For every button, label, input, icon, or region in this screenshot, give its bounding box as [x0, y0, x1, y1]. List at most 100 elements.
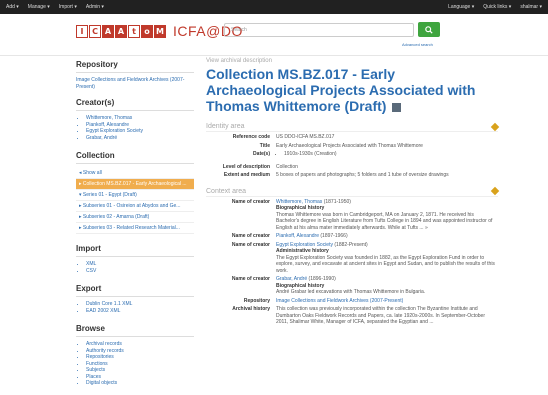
field-label: Level of description [222, 163, 270, 170]
creator-dates: (1871-1950) [323, 198, 351, 205]
field-label: Archival history [232, 306, 270, 312]
creator-link[interactable]: Piankoff, Alexandre [276, 233, 319, 239]
date-item: 1910s-1930s (Creation) [284, 151, 498, 158]
field-label: Repository [243, 297, 270, 304]
field-value: US DDO-ICFA MS.BZ.017 [276, 134, 335, 140]
field-value: Early Archaeological Projects Associated… [276, 142, 423, 149]
logo-letter: t [128, 24, 140, 38]
site-header: I C A A t o M ICFA@DO Search Advanced se… [0, 14, 548, 56]
creator-dates: (1882-Present) [334, 241, 368, 248]
field-row: Reference code US DDO-ICFA MS.BZ.017 [206, 134, 498, 141]
top-navigation-bar: Add ▾ Manage ▾ Import ▾ Admin ▾ Language… [0, 0, 548, 14]
field-row: Repository Image Collections and Fieldwo… [206, 298, 498, 305]
tree-item-collection[interactable]: ▸ Collection MS.BZ.017 - Early Archaeolo… [76, 179, 194, 190]
admin-menu[interactable]: Admin ▾ [86, 4, 104, 10]
field-value: Whittemore, Thomas (1871-1950) Biographi… [276, 199, 498, 232]
advanced-search-link[interactable]: Advanced search [402, 42, 433, 47]
bio-text: André Grabar led excavations with Thomas… [276, 289, 426, 295]
field-row: Level of description Collection [206, 164, 498, 171]
field-value: 5 boxes of papers and photographs; 5 fol… [276, 172, 449, 178]
logo-letter: A [102, 24, 114, 38]
book-icon [392, 102, 402, 112]
tree-item-subseries-01[interactable]: ▸ Subseries 01 - Osireion at Abydos and … [76, 201, 194, 212]
field-row: Date(s) 1910s-1930s (Creation) [206, 151, 498, 158]
context-area-header[interactable]: Context area [206, 186, 500, 197]
field-row: Archival history This collection was pre… [206, 306, 498, 326]
add-menu[interactable]: Add ▾ [6, 4, 19, 10]
creator-link[interactable]: Grabar, André [276, 276, 307, 282]
export-list: Dublin Core 1.1 XML EAD 2002 XML [76, 301, 194, 314]
logo-letter: C [89, 24, 101, 38]
admin-history-text: The Egypt Exploration Society was founde… [276, 254, 495, 274]
logo-letter: M [154, 24, 166, 38]
search-icon [425, 25, 433, 34]
field-value: Egypt Exploration Society (1882-Present)… [276, 242, 498, 275]
browse-list: Archival records Authority records Repos… [76, 341, 194, 387]
repository-value-link[interactable]: Image Collections and Fieldwork Archives… [276, 298, 498, 305]
field-label: Name of creator [231, 241, 270, 248]
browse-heading: Browse [76, 322, 194, 337]
top-menu-right: Language ▾ Quick links ▾ shalmar ▾ [448, 4, 542, 10]
identity-area-header[interactable]: Identity area [206, 122, 500, 132]
repository-link[interactable]: Image Collections and Fieldwork Archives… [76, 77, 194, 90]
field-row: Title Early Archaeological Projects Assoc… [206, 143, 498, 150]
creator-link[interactable]: Whittemore, Thomas [276, 199, 322, 205]
export-heading: Export [76, 282, 194, 297]
creators-list: Whittemore, Thomas Piankoff, Alexandre E… [76, 115, 194, 141]
creator-row: Name of creator Piankoff, Alexandre (189… [206, 233, 498, 240]
field-label: Date(s) [253, 151, 270, 157]
logo-letter: o [141, 24, 153, 38]
page-title: Collection MS.BZ.017 - Early Archaeologi… [206, 66, 498, 114]
field-label: Name of creator [231, 233, 270, 239]
language-menu[interactable]: Language ▾ [448, 4, 474, 10]
logo-letter: A [115, 24, 127, 38]
admin-history-heading: Administrative history [276, 248, 329, 254]
import-menu[interactable]: Import ▾ [59, 4, 77, 10]
page-title-text: Collection MS.BZ.017 - Early Archaeologi… [206, 66, 476, 114]
bio-heading: Biographical history [276, 205, 325, 211]
browse-link[interactable]: Digital objects [86, 380, 194, 387]
identity-area-title: Identity area [206, 123, 245, 130]
import-list: XML CSV [76, 261, 194, 274]
tree-item-subseries-02[interactable]: ▸ Subseries 02 - Amarna (Draft) [76, 212, 194, 223]
user-menu[interactable]: shalmar ▾ [520, 4, 542, 10]
import-heading: Import [76, 242, 194, 257]
tree-item-series[interactable]: ▾ Series 01 - Egypt (Draft) [76, 190, 194, 201]
creator-link[interactable]: Egypt Exploration Society [276, 242, 333, 248]
manage-menu[interactable]: Manage ▾ [28, 4, 50, 10]
search-input[interactable]: Search [224, 23, 414, 37]
tree-item-subseries-03[interactable]: ▸ Subseries 03 - Related Research Materi… [76, 223, 194, 234]
field-label: Reference code [232, 134, 270, 140]
tree-show-all[interactable]: ◂ Show all [76, 168, 194, 179]
top-menu-left: Add ▾ Manage ▾ Import ▾ Admin ▾ [6, 4, 104, 10]
field-value: Grabar, André (1896-1990) Biographical h… [276, 276, 498, 296]
search-button[interactable] [418, 22, 440, 37]
field-value: Collection [276, 163, 298, 170]
breadcrumb: View archival description [206, 58, 272, 64]
field-value: 1910s-1930s (Creation) [276, 151, 498, 158]
quick-links-menu[interactable]: Quick links ▾ [483, 4, 511, 10]
main-content: View archival description Collection MS.… [206, 58, 500, 326]
bio-text: Thomas Whittemore was born in Cambridgep… [276, 211, 493, 231]
field-label: Extent and medium [223, 172, 270, 178]
creator-row: Name of creator Whittemore, Thomas (1871… [206, 199, 498, 232]
context-area-title: Context area [206, 187, 247, 195]
field-row: Extent and medium 5 boxes of papers and p… [206, 172, 498, 179]
sidebar: Repository Image Collections and Fieldwo… [76, 58, 194, 395]
collection-tree: ◂ Show all ▸ Collection MS.BZ.017 - Earl… [76, 168, 194, 234]
import-csv-link[interactable]: CSV [86, 268, 194, 275]
field-value: Piankoff, Alexandre (1897-1966) [276, 233, 498, 240]
logo-letter: I [76, 24, 88, 38]
field-label: Title [259, 142, 270, 149]
creator-dates: (1897-1966) [320, 233, 348, 239]
edit-pencil-icon[interactable] [490, 122, 500, 131]
repository-heading: Repository [76, 58, 194, 73]
export-ead-link[interactable]: EAD 2002 XML [86, 308, 194, 315]
creator-link[interactable]: Grabar, André [86, 135, 194, 142]
bio-heading: Biographical history [276, 282, 325, 289]
edit-pencil-icon[interactable] [490, 186, 500, 196]
field-label: Name of creator [231, 198, 270, 205]
field-label: Name of creator [231, 276, 270, 282]
creator-dates: (1896-1990) [308, 276, 336, 282]
site-logo[interactable]: I C A A t o M ICFA@DO [76, 23, 243, 39]
